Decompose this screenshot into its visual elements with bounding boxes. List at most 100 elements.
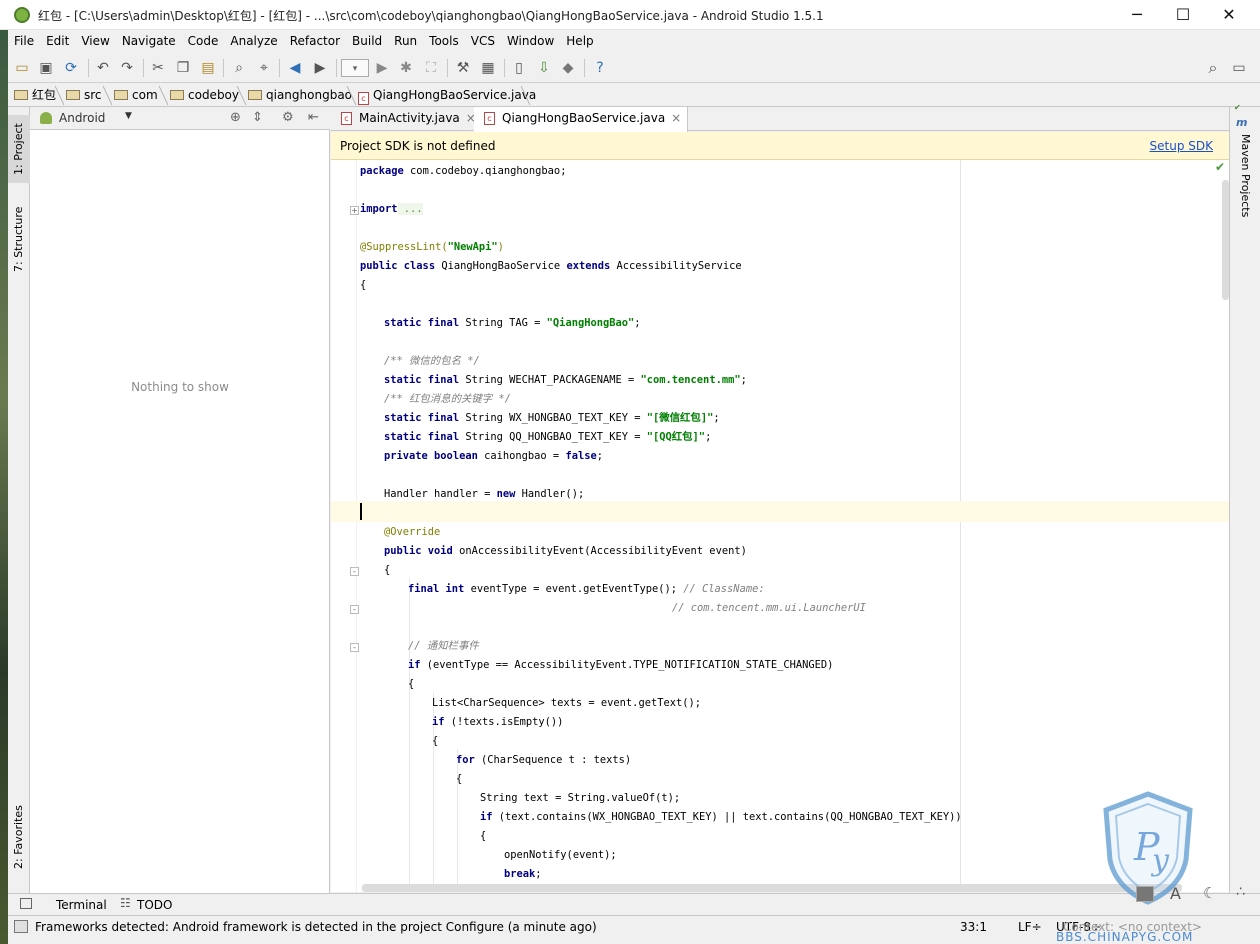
code-line: {	[384, 564, 391, 576]
undo-icon[interactable]: ↶	[94, 59, 112, 77]
breadcrumb-qianghongbao[interactable]: qianghongbao	[248, 87, 352, 104]
replace-icon[interactable]: ⌖	[255, 59, 273, 77]
breadcrumb-codeboy[interactable]: codeboy	[170, 87, 239, 104]
vertical-scrollbar[interactable]	[1222, 180, 1229, 300]
maximize-button[interactable]: ☐	[1160, 0, 1206, 30]
tab-favorites[interactable]: 2: Favorites	[8, 797, 30, 877]
menu-vcs[interactable]: VCS	[465, 31, 501, 48]
code-line: static final String QQ_HONGBAO_TEXT_KEY …	[384, 431, 712, 443]
code-line: if (!texts.isEmpty())	[432, 716, 564, 728]
paste-icon[interactable]: ▤	[199, 59, 217, 77]
tab-terminal[interactable]: Terminal	[56, 898, 107, 912]
font-icon[interactable]: A	[1170, 884, 1181, 903]
tab-project[interactable]: 1: Project	[8, 115, 30, 183]
menu-view[interactable]: View	[75, 31, 115, 48]
menu-build[interactable]: Build	[346, 31, 388, 48]
navigation-bar: 红包 src com codeboy qianghongbao c QiangHo…	[8, 84, 1260, 107]
folder-icon	[170, 90, 184, 100]
text-caret	[360, 503, 362, 520]
save-icon[interactable]: ▣	[37, 59, 55, 77]
find-icon[interactable]: ⌕	[230, 59, 248, 77]
breadcrumb-file[interactable]: c QiangHongBaoService.java	[358, 87, 536, 105]
code-line: public void onAccessibilityEvent(Accessi…	[384, 545, 747, 557]
menu-analyze[interactable]: Analyze	[224, 31, 283, 48]
breadcrumb-com[interactable]: com	[114, 87, 158, 104]
toggle-tool-windows-icon[interactable]	[14, 920, 28, 933]
sdk-warning-banner: Project SDK is not defined Setup SDK	[331, 132, 1229, 160]
code-line: @Override	[384, 526, 441, 538]
search-everywhere-icon[interactable]: ⌕	[1204, 59, 1222, 77]
back-icon[interactable]: ◀	[286, 59, 304, 77]
menu-refactor[interactable]: Refactor	[284, 31, 346, 48]
hide-panel-icon[interactable]: ⇤	[308, 110, 319, 125]
menu-code[interactable]: Code	[182, 31, 225, 48]
android-monitor-icon[interactable]: ◆	[559, 59, 577, 77]
code-line: if (eventType == AccessibilityEvent.TYPE…	[408, 659, 834, 671]
forward-icon[interactable]: ▶	[311, 59, 329, 77]
tab-todo[interactable]: TODO	[137, 898, 172, 912]
run-config-dropdown[interactable]: ▾	[341, 59, 369, 77]
tab-qianghongbaoservice[interactable]: c QiangHongBaoService.java ×	[474, 107, 689, 132]
avd-manager-icon[interactable]: ▯	[510, 59, 528, 77]
todo-icon: ☷	[120, 896, 131, 910]
tab-structure[interactable]: 7: Structure	[8, 199, 30, 279]
caret-position[interactable]: 33:1	[960, 920, 987, 934]
fold-toggle[interactable]: -	[350, 605, 359, 614]
watermark-text: BBS.CHINAPYG.COM	[1056, 930, 1194, 944]
run-icon[interactable]: ▶	[373, 59, 391, 77]
code-editor[interactable]: + - - - package com.codeboy.qianghongbao…	[331, 160, 1229, 892]
bottom-tool-tabs: Terminal ☷ TODO	[8, 893, 1260, 915]
editor-tabs: c MainActivity.java × c QiangHongBaoService…	[331, 107, 1229, 132]
code-line: Handler handler = new Handler();	[384, 488, 585, 500]
copy-icon[interactable]: ❐	[174, 59, 192, 77]
minimize-button[interactable]: ─	[1114, 0, 1160, 30]
window-title: 红包 - [C:\Users\admin\Desktop\红包] - [红包] …	[38, 9, 824, 23]
close-button[interactable]: ✕	[1206, 0, 1252, 30]
menu-run[interactable]: Run	[388, 31, 423, 48]
debug-icon[interactable]: ✱	[397, 59, 415, 77]
collapse-all-icon[interactable]: ⇕	[252, 110, 263, 125]
fold-toggle[interactable]: -	[350, 567, 359, 576]
horizontal-scrollbar[interactable]	[362, 884, 1182, 892]
menu-window[interactable]: Window	[501, 31, 560, 48]
sync-gradle-icon[interactable]: ⇩	[535, 59, 553, 77]
code-line: final int eventType = event.getEventType…	[408, 583, 765, 595]
close-tab-icon[interactable]: ×	[671, 107, 681, 130]
breadcrumb-src[interactable]: src	[66, 87, 102, 104]
project-structure-icon[interactable]: ⚒	[454, 59, 472, 77]
sdk-manager-icon[interactable]: ▦	[479, 59, 497, 77]
help-icon[interactable]: ?	[591, 59, 609, 77]
attach-debugger-icon[interactable]: ⛶	[422, 59, 440, 77]
menu-help[interactable]: Help	[560, 31, 599, 48]
fold-toggle[interactable]: -	[350, 643, 359, 652]
gear-icon[interactable]: ⚙	[282, 110, 294, 125]
code-line: // 通知栏事件	[408, 640, 479, 652]
setup-sdk-link[interactable]: Setup SDK	[1150, 139, 1213, 153]
menu-tools[interactable]: Tools	[423, 31, 465, 48]
code-line: break;	[504, 868, 542, 880]
code-line: public class QiangHongBaoService extends…	[360, 260, 742, 272]
more-icon[interactable]: ∴	[1236, 884, 1245, 900]
menu-edit[interactable]: Edit	[40, 31, 75, 48]
sync-icon[interactable]: ⟳	[62, 59, 80, 77]
project-view-selector[interactable]: Android	[59, 111, 105, 125]
left-tool-strip: 1: Project 7: Structure 2: Favorites	[8, 107, 30, 893]
tab-mainactivity[interactable]: c MainActivity.java ×	[331, 107, 483, 131]
tab-maven-projects[interactable]: Maven Projects	[1232, 134, 1252, 217]
ide-settings-icon[interactable]: ▭	[1230, 59, 1248, 77]
cut-icon[interactable]: ✂	[149, 59, 167, 77]
android-studio-logo-icon	[14, 7, 30, 23]
redo-icon[interactable]: ↷	[118, 59, 136, 77]
svg-text:y: y	[1150, 843, 1170, 878]
menu-file[interactable]: File	[8, 31, 40, 48]
keyboard-icon[interactable]	[1136, 886, 1154, 902]
empty-state-text: Nothing to show	[131, 380, 229, 394]
menu-navigate[interactable]: Navigate	[116, 31, 182, 48]
line-separator[interactable]: LF÷	[1018, 920, 1042, 934]
status-message[interactable]: Frameworks detected: Android framework i…	[35, 920, 597, 934]
fold-toggle[interactable]: +	[350, 206, 359, 215]
moon-icon[interactable]: ☾	[1203, 884, 1216, 902]
scroll-from-source-icon[interactable]: ⊕	[230, 110, 241, 125]
chevron-down-icon[interactable]: ▼	[125, 111, 132, 121]
open-folder-icon[interactable]: ▭	[13, 59, 31, 77]
